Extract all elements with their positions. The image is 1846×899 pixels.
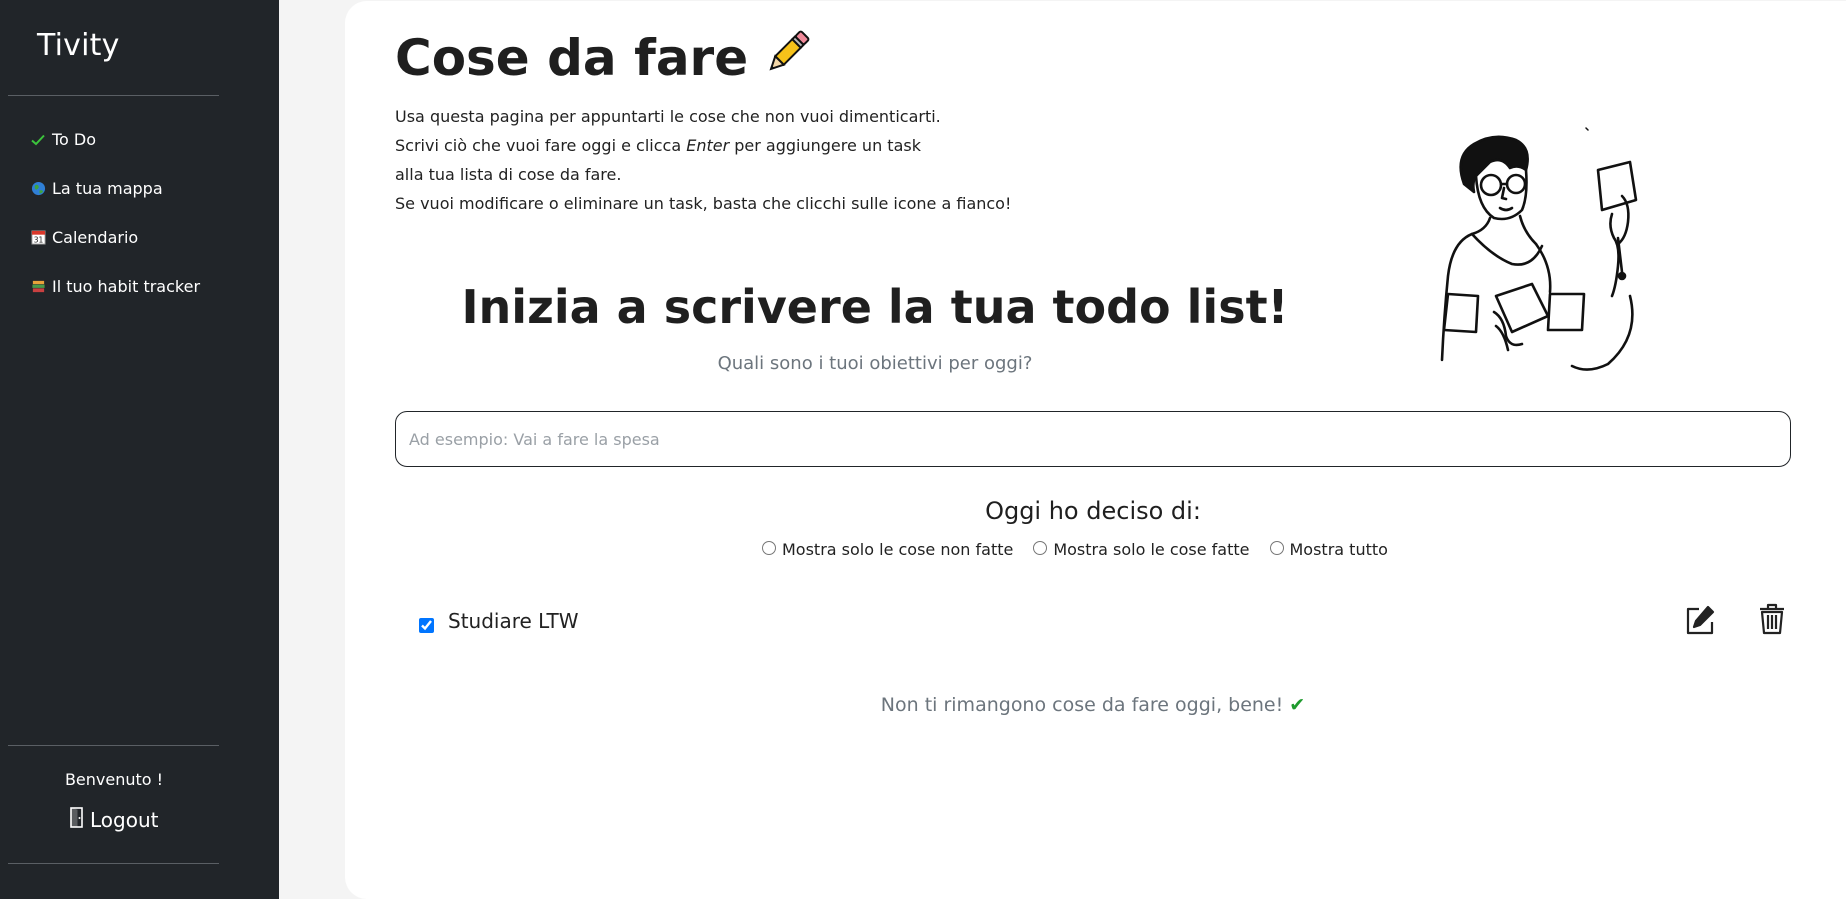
page-title: Cose da fare [395, 26, 814, 90]
task-checkbox[interactable] [419, 617, 434, 633]
svg-text:31: 31 [33, 236, 43, 245]
section-subtitle: Quali sono i tuoi obiettivi per oggi? [717, 353, 1033, 374]
empty-state-message: Non ti rimangono cose da fare oggi, bene… [395, 694, 1791, 716]
filter-done[interactable]: Mostra solo le cose fatte [1033, 540, 1250, 559]
task-input[interactable] [395, 411, 1791, 467]
task-item: Studiare LTW [419, 609, 579, 633]
intro-line: alla tua lista di cose da fare. [395, 165, 622, 184]
intro-emphasis: Enter [686, 136, 730, 155]
sidebar-item-label: Il tuo habit tracker [52, 277, 201, 296]
filter-done-radio[interactable] [1033, 540, 1048, 555]
books-icon [30, 279, 46, 295]
pencil-icon [762, 26, 814, 90]
intro-line: Usa questa pagina per appuntarti le cose… [395, 107, 941, 126]
delete-task-button[interactable] [1757, 603, 1787, 635]
sidebar-divider [8, 863, 219, 864]
task-text: Studiare LTW [448, 609, 579, 633]
sidebar-divider [8, 745, 219, 746]
brand-logo[interactable]: Tivity [37, 28, 120, 63]
sidebar: Tivity To Do La tua mappa 31 Calendario … [0, 0, 279, 899]
section-heading: Inizia a scrivere la tua todo list! [461, 280, 1289, 334]
check-icon [30, 132, 46, 148]
filter-label: Mostra solo le cose non fatte [782, 540, 1014, 559]
filter-label: Mostra solo le cose fatte [1053, 540, 1250, 559]
filter-undone[interactable]: Mostra solo le cose non fatte [762, 540, 1013, 559]
intro-line: Se vuoi modificare o eliminare un task, … [395, 194, 1012, 213]
edit-icon [1685, 605, 1715, 640]
door-icon [68, 806, 86, 833]
page-title-text: Cose da fare [395, 29, 749, 87]
check-mark-icon: ✔ [1289, 694, 1306, 716]
sidebar-item-label: Calendario [52, 228, 139, 247]
calendar-icon: 31 [30, 230, 46, 246]
filter-all[interactable]: Mostra tutto [1269, 540, 1388, 559]
sidebar-item-todo[interactable]: To Do [30, 130, 96, 149]
sidebar-item-label: To Do [52, 130, 97, 149]
sidebar-item-label: La tua mappa [52, 179, 163, 198]
intro-text: Usa questa pagina per appuntarti le cose… [395, 102, 1011, 218]
sidebar-item-calendar[interactable]: 31 Calendario [30, 228, 138, 247]
sidebar-item-map[interactable]: La tua mappa [30, 179, 163, 198]
intro-text-fragment: Scrivi ciò che vuoi fare oggi e clicca [395, 136, 687, 155]
logout-label: Logout [90, 807, 159, 832]
filter-all-radio[interactable] [1269, 540, 1284, 555]
filter-heading: Oggi ho deciso di: [985, 497, 1201, 525]
empty-state-text: Non ti rimangono cose da fare oggi, bene… [880, 694, 1284, 716]
filter-label: Mostra tutto [1289, 540, 1388, 559]
welcome-text: Benvenuto ! [64, 770, 164, 789]
intro-text-fragment: per aggiungere un task [729, 136, 921, 155]
edit-task-button[interactable] [1685, 604, 1715, 636]
sidebar-item-habit-tracker[interactable]: Il tuo habit tracker [30, 277, 200, 296]
logout-button[interactable]: Logout [68, 806, 158, 833]
person-with-notes-illustration [1432, 126, 1667, 371]
globe-icon [30, 181, 46, 197]
intro-line: Scrivi ciò che vuoi fare oggi e clicca E… [395, 131, 1011, 160]
sidebar-divider [8, 95, 219, 96]
trash-icon [1757, 603, 1787, 639]
filter-undone-radio[interactable] [762, 540, 776, 555]
filter-group: Mostra solo le cose non fatte Mostra sol… [762, 540, 1388, 559]
